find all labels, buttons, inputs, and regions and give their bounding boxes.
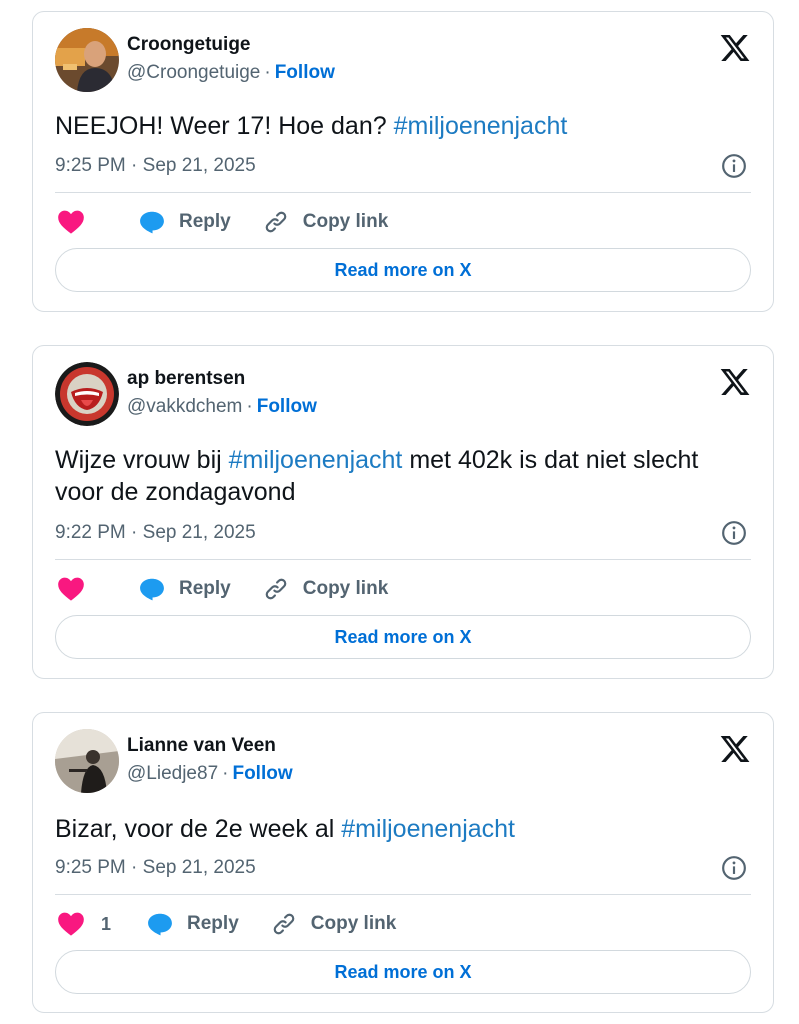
timestamp[interactable]: 9:25 PM · Sep 21, 2025 xyxy=(55,856,256,880)
handle-row: @vakkdchem · Follow xyxy=(127,393,317,421)
separator: · xyxy=(264,62,271,83)
copy-link-label: Copy link xyxy=(302,578,389,599)
tweet-text-body: Wijze vrouw bij xyxy=(55,446,229,474)
avatar[interactable] xyxy=(55,362,119,426)
info-icon[interactable] xyxy=(721,153,747,179)
copy-link-button[interactable]: Copy link xyxy=(271,911,397,937)
tweet-header: Croongetuige @Croongetuige · Follow xyxy=(55,28,335,92)
link-icon xyxy=(265,578,287,600)
copy-link-label: Copy link xyxy=(302,211,389,232)
reply-button[interactable]: Reply xyxy=(147,912,239,936)
author-info: Croongetuige @Croongetuige · Follow xyxy=(127,33,335,87)
handle[interactable]: @Liedje87 xyxy=(127,763,218,784)
x-logo-icon[interactable] xyxy=(719,366,751,398)
link-icon xyxy=(273,913,295,935)
tweet-text-body: NEEJOH! Weer 17! Hoe dan? xyxy=(55,112,394,140)
like-count: 1 xyxy=(101,913,112,934)
copy-link-button[interactable]: Copy link xyxy=(263,576,389,602)
copy-link-button[interactable]: Copy link xyxy=(263,209,389,235)
tweet-card: Croongetuige @Croongetuige · Follow NEEJOH… xyxy=(32,11,774,312)
avatar[interactable] xyxy=(55,28,119,92)
reply-label: Reply xyxy=(187,913,239,934)
avatar[interactable] xyxy=(55,729,119,793)
heart-icon xyxy=(58,210,84,234)
display-name[interactable]: ap berentsen xyxy=(127,367,317,391)
action-bar: 1 Reply Copy link xyxy=(57,908,396,940)
divider xyxy=(55,559,751,560)
hashtag-link[interactable]: #miljoenenjacht xyxy=(229,446,403,474)
like-button[interactable]: 1 xyxy=(57,911,111,937)
reply-label: Reply xyxy=(179,211,231,232)
tweet-card: ap berentsen @vakkdchem · Follow Wijze vro… xyxy=(32,345,774,679)
speech-bubble-icon xyxy=(148,913,172,936)
x-logo-icon[interactable] xyxy=(719,733,751,765)
info-icon[interactable] xyxy=(721,855,747,881)
copy-link-label: Copy link xyxy=(310,913,397,934)
action-bar: Reply Copy link xyxy=(57,573,388,605)
hashtag-link[interactable]: #miljoenenjacht xyxy=(341,815,515,843)
display-name[interactable]: Croongetuige xyxy=(127,33,335,57)
heart-icon xyxy=(58,912,84,936)
tweet-header: Lianne van Veen @Liedje87 · Follow xyxy=(55,729,293,793)
follow-button[interactable]: Follow xyxy=(232,763,292,784)
heart-icon xyxy=(58,577,84,601)
info-icon[interactable] xyxy=(721,520,747,546)
author-info: Lianne van Veen @Liedje87 · Follow xyxy=(127,734,293,788)
action-bar: Reply Copy link xyxy=(57,206,388,238)
tweet-text-body: Bizar, voor de 2e week al xyxy=(55,815,342,843)
like-button[interactable] xyxy=(57,209,101,235)
timestamp[interactable]: 9:25 PM · Sep 21, 2025 xyxy=(55,154,256,178)
separator: · xyxy=(222,763,229,784)
tweet-card: Lianne van Veen @Liedje87 · Follow Bizar, … xyxy=(32,712,774,1013)
speech-bubble-icon xyxy=(140,578,164,601)
reply-button[interactable]: Reply xyxy=(139,577,231,601)
x-logo-icon[interactable] xyxy=(719,32,751,64)
speech-bubble-icon xyxy=(140,211,164,234)
tweet-text: Wijze vrouw bij #miljoenenjacht met 402k… xyxy=(55,444,715,508)
link-icon xyxy=(265,211,287,233)
handle[interactable]: @Croongetuige xyxy=(127,62,260,83)
read-more-button[interactable]: Read more on X xyxy=(55,615,751,659)
hashtag-link[interactable]: #miljoenenjacht xyxy=(394,112,568,140)
timestamp[interactable]: 9:22 PM · Sep 21, 2025 xyxy=(55,521,256,545)
reply-label: Reply xyxy=(179,578,231,599)
read-more-button[interactable]: Read more on X xyxy=(55,950,751,994)
separator: · xyxy=(246,396,253,417)
author-info: ap berentsen @vakkdchem · Follow xyxy=(127,367,317,421)
handle-row: @Liedje87 · Follow xyxy=(127,760,293,788)
reply-button[interactable]: Reply xyxy=(139,210,231,234)
divider xyxy=(55,192,751,193)
handle[interactable]: @vakkdchem xyxy=(127,396,242,417)
tweet-header: ap berentsen @vakkdchem · Follow xyxy=(55,362,317,426)
follow-button[interactable]: Follow xyxy=(257,396,317,417)
tweet-text: Bizar, voor de 2e week al #miljoenenjach… xyxy=(55,813,733,845)
tweet-text: NEEJOH! Weer 17! Hoe dan? #miljoenenjach… xyxy=(55,110,733,142)
read-more-button[interactable]: Read more on X xyxy=(55,248,751,292)
handle-row: @Croongetuige · Follow xyxy=(127,59,335,87)
follow-button[interactable]: Follow xyxy=(275,62,335,83)
like-button[interactable] xyxy=(57,576,101,602)
divider xyxy=(55,894,751,895)
display-name[interactable]: Lianne van Veen xyxy=(127,734,293,758)
